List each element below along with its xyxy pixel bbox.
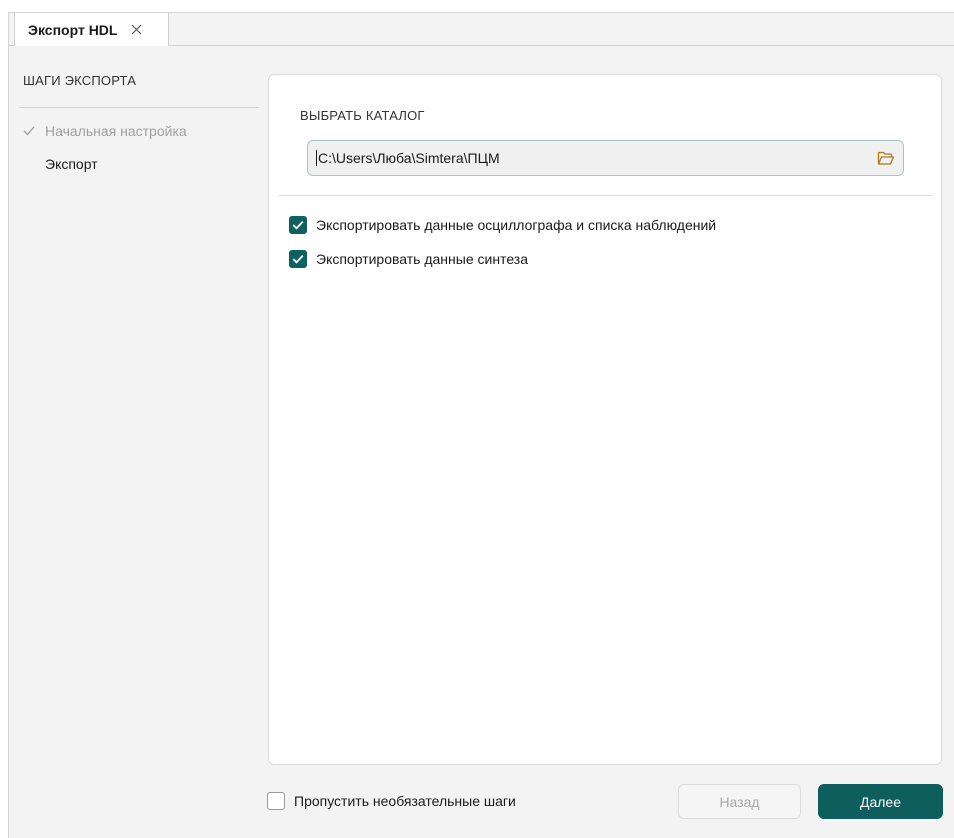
- skip-label: Пропустить необязательные шаги: [294, 793, 516, 809]
- checkmark-icon: [23, 126, 37, 136]
- option-label: Экспортировать данные осциллографа и спи…: [316, 217, 717, 233]
- tab-export-hdl[interactable]: Экспорт HDL: [14, 13, 169, 46]
- tab-title: Экспорт HDL: [28, 21, 118, 38]
- step-initial-setup[interactable]: Начальная настройка: [19, 120, 259, 141]
- step-export[interactable]: Экспорт: [19, 153, 259, 174]
- checkbox-unchecked-icon[interactable]: [267, 792, 285, 810]
- main-panel: ВЫБРАТЬ КАТАЛОГ Экспортировать данные ос…: [268, 74, 942, 765]
- export-hdl-window: Экспорт HDL ШАГИ ЭКСПОРТА Начальная наст…: [8, 12, 954, 838]
- divider: [279, 195, 932, 196]
- checkbox-checked-icon[interactable]: [289, 250, 307, 268]
- folder-open-icon[interactable]: [875, 147, 897, 169]
- close-icon[interactable]: [130, 24, 142, 36]
- directory-path-input[interactable]: [316, 150, 875, 166]
- next-button[interactable]: Далее: [818, 784, 943, 819]
- skip-optional-steps-option[interactable]: Пропустить необязательные шаги: [267, 792, 516, 810]
- option-export-synthesis-data[interactable]: Экспортировать данные синтеза: [289, 250, 528, 268]
- step-label: Начальная настройка: [45, 122, 187, 139]
- back-button[interactable]: Назад: [678, 784, 801, 819]
- steps-sidebar: ШАГИ ЭКСПОРТА Начальная настройка Экспор…: [19, 73, 259, 174]
- checkbox-checked-icon[interactable]: [289, 216, 307, 234]
- steps-title: ШАГИ ЭКСПОРТА: [19, 73, 259, 108]
- step-label: Экспорт: [45, 155, 98, 172]
- directory-path-field[interactable]: [307, 140, 904, 176]
- tab-bar: Экспорт HDL: [9, 13, 954, 46]
- option-export-scope-data[interactable]: Экспортировать данные осциллографа и спи…: [289, 216, 716, 234]
- option-label: Экспортировать данные синтеза: [316, 251, 528, 267]
- section-label-choose-directory: ВЫБРАТЬ КАТАЛОГ: [300, 108, 425, 123]
